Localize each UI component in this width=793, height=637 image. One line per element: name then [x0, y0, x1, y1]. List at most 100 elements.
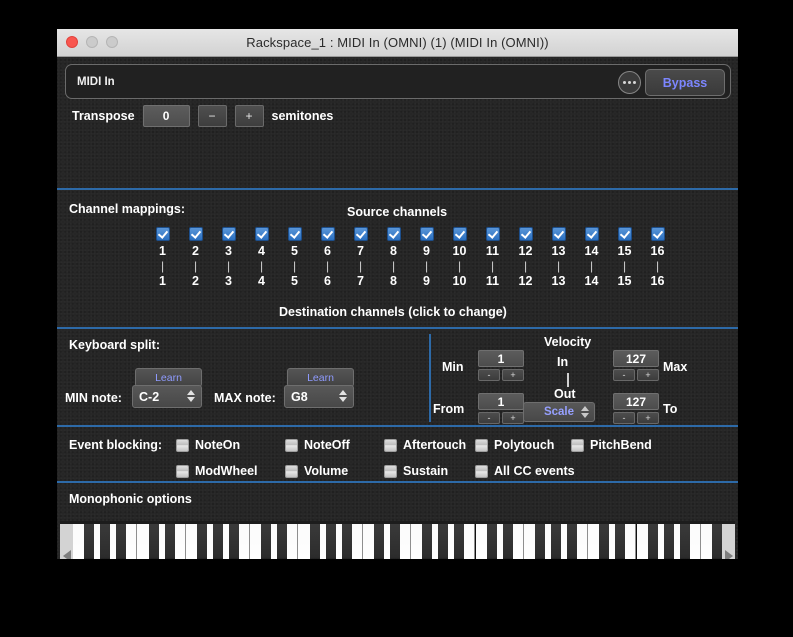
piano-black-key[interactable]: [647, 524, 658, 559]
checkbox[interactable]: [571, 438, 584, 452]
piano-black-key[interactable]: [309, 524, 320, 559]
velocity-curve-select[interactable]: Scale: [523, 402, 595, 422]
destination-channel-number[interactable]: 8: [390, 274, 397, 289]
piano-black-key[interactable]: [341, 524, 352, 559]
velocity-to-increment-button[interactable]: +: [637, 412, 659, 424]
checkbox[interactable]: [176, 464, 189, 478]
close-button[interactable]: [66, 36, 78, 48]
channel-enable-checkbox[interactable]: [419, 227, 434, 241]
keyboard-scroll-left-button[interactable]: [60, 524, 73, 559]
channel-enable-checkbox[interactable]: [353, 227, 368, 241]
channel-enable-checkbox[interactable]: [518, 227, 533, 241]
event-blocking-noteon[interactable]: NoteOn: [176, 438, 240, 452]
event-blocking-modwheel[interactable]: ModWheel: [176, 464, 258, 478]
event-blocking-volume[interactable]: Volume: [285, 464, 348, 478]
piano-black-key[interactable]: [454, 524, 465, 559]
channel-enable-checkbox[interactable]: [650, 227, 665, 241]
velocity-to-decrement-button[interactable]: -: [613, 412, 635, 424]
destination-channel-number[interactable]: 7: [357, 274, 364, 289]
piano-black-key[interactable]: [261, 524, 272, 559]
velocity-from-value[interactable]: 1: [478, 393, 524, 410]
event-blocking-aftertouch[interactable]: Aftertouch: [384, 438, 466, 452]
channel-enable-checkbox[interactable]: [617, 227, 632, 241]
piano-black-key[interactable]: [148, 524, 159, 559]
piano-keys[interactable]: C1C2C3C4C5C6: [73, 524, 734, 559]
checkbox[interactable]: [285, 464, 298, 478]
destination-channel-number[interactable]: 6: [324, 274, 331, 289]
piano-black-key[interactable]: [438, 524, 449, 559]
destination-channel-number[interactable]: 15: [618, 274, 632, 289]
velocity-min-increment-button[interactable]: +: [502, 369, 524, 381]
more-options-icon[interactable]: [618, 71, 641, 94]
checkbox[interactable]: [475, 438, 488, 452]
channel-enable-checkbox[interactable]: [452, 227, 467, 241]
piano-black-key[interactable]: [100, 524, 111, 559]
piano-black-key[interactable]: [502, 524, 513, 559]
event-blocking-noteoff[interactable]: NoteOff: [285, 438, 350, 452]
checkbox[interactable]: [176, 438, 189, 452]
piano-black-key[interactable]: [325, 524, 336, 559]
event-blocking-pitchbend[interactable]: PitchBend: [571, 438, 652, 452]
destination-channel-number[interactable]: 12: [519, 274, 533, 289]
piano-black-key[interactable]: [116, 524, 127, 559]
destination-channel-number[interactable]: 1: [159, 274, 166, 289]
piano-black-key[interactable]: [84, 524, 95, 559]
piano-black-key[interactable]: [663, 524, 674, 559]
transpose-increment-button[interactable]: +: [234, 105, 264, 127]
velocity-from-increment-button[interactable]: +: [502, 412, 524, 424]
channel-enable-checkbox[interactable]: [584, 227, 599, 241]
bypass-button[interactable]: Bypass: [645, 69, 725, 96]
piano-black-key[interactable]: [534, 524, 545, 559]
piano-black-key[interactable]: [229, 524, 239, 559]
velocity-from-decrement-button[interactable]: -: [478, 412, 500, 424]
event-blocking-polytouch[interactable]: Polytouch: [475, 438, 554, 452]
piano-black-key[interactable]: [390, 524, 400, 559]
transpose-decrement-button[interactable]: −: [197, 105, 227, 127]
destination-channel-number[interactable]: 11: [486, 274, 499, 289]
min-note-select[interactable]: C-2: [132, 385, 202, 408]
destination-channel-number[interactable]: 3: [225, 274, 232, 289]
piano-black-key[interactable]: [373, 524, 384, 559]
channel-enable-checkbox[interactable]: [188, 227, 203, 241]
destination-channel-number[interactable]: 9: [423, 274, 430, 289]
channel-enable-checkbox[interactable]: [221, 227, 236, 241]
channel-enable-checkbox[interactable]: [551, 227, 566, 241]
event-blocking-sustain[interactable]: Sustain: [384, 464, 448, 478]
piano-black-key[interactable]: [486, 524, 497, 559]
channel-enable-checkbox[interactable]: [320, 227, 335, 241]
zoom-button[interactable]: [106, 36, 118, 48]
velocity-to-value[interactable]: 127: [613, 393, 659, 410]
velocity-min-decrement-button[interactable]: -: [478, 369, 500, 381]
max-note-select[interactable]: G8: [284, 385, 354, 408]
velocity-max-value[interactable]: 127: [613, 350, 659, 367]
destination-channel-number[interactable]: 16: [651, 274, 665, 289]
piano-black-key[interactable]: [212, 524, 223, 559]
channel-enable-checkbox[interactable]: [254, 227, 269, 241]
destination-channel-number[interactable]: 10: [453, 274, 467, 289]
piano-black-key[interactable]: [164, 524, 175, 559]
checkbox[interactable]: [384, 464, 397, 478]
piano-black-key[interactable]: [567, 524, 578, 559]
destination-channel-number[interactable]: 5: [291, 274, 298, 289]
checkbox[interactable]: [285, 438, 298, 452]
piano-black-key[interactable]: [551, 524, 561, 559]
destination-channel-number[interactable]: 13: [552, 274, 566, 289]
checkbox[interactable]: [384, 438, 397, 452]
channel-enable-checkbox[interactable]: [386, 227, 401, 241]
channel-enable-checkbox[interactable]: [155, 227, 170, 241]
velocity-max-increment-button[interactable]: +: [637, 369, 659, 381]
velocity-max-decrement-button[interactable]: -: [613, 369, 635, 381]
transpose-value[interactable]: 0: [142, 105, 190, 127]
event-blocking-all-cc-events[interactable]: All CC events: [475, 464, 575, 478]
minimize-button[interactable]: [86, 36, 98, 48]
channel-enable-checkbox[interactable]: [287, 227, 302, 241]
velocity-min-value[interactable]: 1: [478, 350, 524, 367]
destination-channel-number[interactable]: 14: [585, 274, 599, 289]
destination-channel-number[interactable]: 4: [258, 274, 265, 289]
checkbox[interactable]: [475, 464, 488, 478]
destination-channel-number[interactable]: 2: [192, 274, 199, 289]
piano-black-key[interactable]: [679, 524, 690, 559]
channel-enable-checkbox[interactable]: [485, 227, 500, 241]
piano-black-key[interactable]: [277, 524, 288, 559]
piano-black-key[interactable]: [712, 524, 722, 559]
